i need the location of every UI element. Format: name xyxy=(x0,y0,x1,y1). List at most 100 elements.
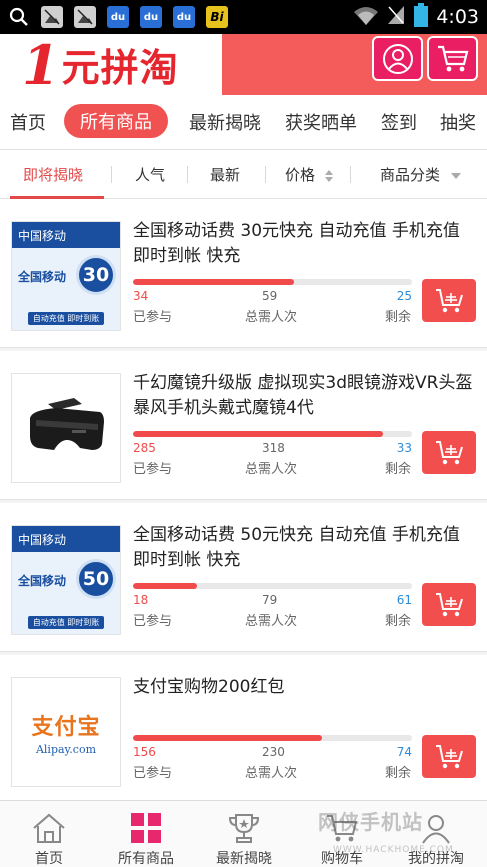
total-label: 总需人次 xyxy=(245,462,298,477)
wifi-icon xyxy=(352,4,380,30)
alipay-domain-text: Alipay.com xyxy=(35,742,97,756)
app-logo: 1 元拼淘 xyxy=(0,34,222,95)
add-cart-icon xyxy=(436,288,463,312)
baidu-paw-icon: du xyxy=(107,6,129,28)
product-title[interactable]: 支付宝购物200红包 xyxy=(133,675,478,700)
product-card[interactable]: 中国移动 全国移动 50 自动充值 即时到账 全国移动话费 50元快充 自动充值… xyxy=(0,503,487,652)
sort-price-label: 价格 xyxy=(285,166,316,184)
thumb-text: 全国移动 xyxy=(18,574,67,588)
thumb-foot: 自动充值 即时到账 xyxy=(27,615,105,629)
total-count: 79 xyxy=(262,593,278,607)
tab-lottery[interactable]: 抽奖 xyxy=(440,109,476,135)
status-time: 4:03 xyxy=(436,6,479,28)
tab-checkin[interactable]: 签到 xyxy=(381,109,417,135)
logo-text: 元拼淘 xyxy=(61,46,179,90)
joined-count: 285 xyxy=(133,441,156,455)
remaining-count: 33 xyxy=(396,441,412,455)
sort-upcoming[interactable]: 即将揭晓 xyxy=(23,164,83,185)
app-header: 1 元拼淘 xyxy=(0,34,487,95)
chevron-down-icon xyxy=(450,172,461,179)
home-icon xyxy=(33,813,65,843)
product-title[interactable]: 千幻魔镜升级版 虚拟现实3d眼镜游戏VR头盔暴风手机头戴式魔镜4代 xyxy=(133,371,478,421)
remaining-count: 74 xyxy=(396,745,412,759)
tab-latest-reveal[interactable]: 最新揭晓 xyxy=(189,109,261,135)
cart-button[interactable] xyxy=(427,36,478,81)
product-card[interactable]: 中国移动 全国移动 30 自动充值 即时到账 全国移动话费 30元快充 自动充值… xyxy=(0,199,487,348)
add-to-cart-button[interactable] xyxy=(422,279,476,322)
sort-popularity[interactable]: 人气 xyxy=(135,164,165,185)
total-label: 总需人次 xyxy=(245,766,298,781)
divider xyxy=(111,166,112,183)
joined-label: 已参与 xyxy=(133,614,173,629)
progress-fill xyxy=(133,583,197,589)
joined-count: 18 xyxy=(133,593,149,607)
joined-label: 已参与 xyxy=(133,310,173,325)
tab-all-products[interactable]: 所有商品 xyxy=(64,104,168,138)
thumb-text: 全国移动 xyxy=(18,270,67,284)
remaining-count: 61 xyxy=(396,593,412,607)
tab-home[interactable]: 首页 xyxy=(10,109,46,135)
cart-icon xyxy=(437,45,468,71)
watermark: 网侠手机站 xyxy=(318,810,423,834)
product-image[interactable]: 中国移动 全国移动 50 自动充值 即时到账 xyxy=(11,525,121,635)
remaining-label: 剩余 xyxy=(385,310,412,325)
app-screen: du du du Bi 4:03 1 元拼淘 首页 所有商品 最新揭晓 获奖晒单… xyxy=(0,0,487,867)
baidu-paw-icon: du xyxy=(173,6,195,28)
total-count: 59 xyxy=(262,289,278,303)
joined-count: 156 xyxy=(133,745,156,759)
bottom-nav-all-products[interactable]: 所有商品 xyxy=(110,801,182,867)
product-title[interactable]: 全国移动话费 50元快充 自动充值 手机充值 即时到帐 快充 xyxy=(133,523,478,573)
progress-fill xyxy=(133,431,383,437)
joined-label: 已参与 xyxy=(133,766,173,781)
product-image[interactable]: 支付宝 Alipay.com xyxy=(11,677,121,787)
remaining-label: 剩余 xyxy=(385,462,412,477)
add-to-cart-button[interactable] xyxy=(422,431,476,474)
category-tabs: 首页 所有商品 最新揭晓 获奖晒单 签到 抽奖 xyxy=(0,95,487,150)
joined-count: 34 xyxy=(133,289,149,303)
cmcc-logo: 中国移动 xyxy=(12,526,120,552)
add-to-cart-button[interactable] xyxy=(422,583,476,626)
product-card[interactable]: 千幻魔镜升级版 虚拟现实3d眼镜游戏VR头盔暴风手机头戴式魔镜4代 285 31… xyxy=(0,351,487,500)
progress-bar xyxy=(133,735,412,741)
watermark-url: WWW.HACKHOME.COM xyxy=(333,845,454,855)
logo-number: 1 xyxy=(22,32,60,97)
total-label: 总需人次 xyxy=(245,310,298,325)
bottom-nav-latest[interactable]: 最新揭晓 xyxy=(208,801,280,867)
remaining-count: 25 xyxy=(396,289,412,303)
user-button[interactable] xyxy=(372,36,423,81)
joined-label: 已参与 xyxy=(133,462,173,477)
product-image[interactable]: 中国移动 全国移动 30 自动充值 即时到账 xyxy=(11,221,121,331)
product-image[interactable] xyxy=(11,373,121,483)
alipay-logo-text: 支付宝 xyxy=(31,714,101,740)
sort-category[interactable]: 商品分类 xyxy=(380,164,462,185)
bottom-nav-label: 首页 xyxy=(35,851,63,867)
add-to-cart-button[interactable] xyxy=(422,735,476,778)
progress-bar xyxy=(133,431,412,437)
bottom-nav-label: 所有商品 xyxy=(118,851,174,867)
add-cart-icon xyxy=(436,744,463,768)
sort-price[interactable]: 价格 xyxy=(285,164,334,185)
bottom-nav-home[interactable]: 首页 xyxy=(22,801,76,867)
total-count: 230 xyxy=(262,745,285,759)
remaining-label: 剩余 xyxy=(385,614,412,629)
product-title[interactable]: 全国移动话费 30元快充 自动充值 手机充值 即时到帐 快充 xyxy=(133,219,478,269)
vr-headset-image xyxy=(12,374,120,482)
bi-icon: Bi xyxy=(206,6,228,28)
tab-winner-shares[interactable]: 获奖晒单 xyxy=(285,109,357,135)
sort-bar: 即将揭晓 人气 最新 价格 商品分类 xyxy=(0,150,487,199)
signal-icon xyxy=(386,4,406,30)
gallery-icon xyxy=(74,6,96,28)
total-label: 总需人次 xyxy=(245,614,298,629)
gallery-icon xyxy=(41,6,63,28)
status-bar: du du du Bi 4:03 xyxy=(0,0,487,34)
amount-badge: 30 xyxy=(76,255,116,295)
progress-bar xyxy=(133,279,412,285)
sort-newest[interactable]: 最新 xyxy=(210,164,240,185)
sort-arrows-icon xyxy=(324,169,333,182)
user-icon xyxy=(382,43,413,74)
baidu-paw-icon: du xyxy=(140,6,162,28)
sort-category-label: 商品分类 xyxy=(380,166,441,184)
product-card[interactable]: 支付宝 Alipay.com 支付宝购物200红包 156 230 74 已参与… xyxy=(0,655,487,804)
progress-bar xyxy=(133,583,412,589)
progress-fill xyxy=(133,279,294,285)
